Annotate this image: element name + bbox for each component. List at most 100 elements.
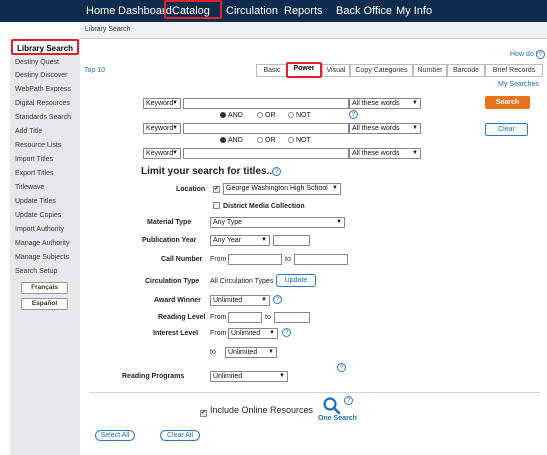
interest-level-from-select[interactable]: Unlimited ▼ <box>228 328 278 339</box>
sidebar-item-export-titles[interactable]: Export Titles <box>15 170 54 177</box>
clear-button[interactable]: Clear <box>485 123 528 136</box>
field-select-3[interactable]: Keyword ▼ <box>143 148 181 159</box>
publication-year-input[interactable] <box>273 235 310 246</box>
op-not-1[interactable]: NOT <box>288 112 311 119</box>
sidebar-item-destiny-discover[interactable]: Destiny Discover <box>15 72 68 79</box>
sidebar-item-manage-subjects[interactable]: Manage Subjects <box>15 254 69 261</box>
update-button[interactable]: Update <box>276 274 316 287</box>
sidebar-item-library-search[interactable]: Library Search <box>11 39 79 55</box>
my-searches-link[interactable]: My Searches <box>498 81 539 88</box>
main-content: Top 10 How do I.. ? My Searches Basic Po… <box>80 40 547 455</box>
material-type-select[interactable]: Any Type ▼ <box>210 217 345 228</box>
district-media-checkbox[interactable]: District Media Collection <box>213 202 305 210</box>
ops-help-icon[interactable]: ? <box>349 110 358 119</box>
top10-link[interactable]: Top 10 <box>84 67 105 74</box>
sidebar-item-update-titles[interactable]: Update Titles <box>15 198 56 205</box>
tab-power[interactable]: Power <box>286 62 322 78</box>
interest-help-icon[interactable]: ? <box>282 328 291 337</box>
search-button[interactable]: Search <box>485 96 530 109</box>
interest-level-to-label: to <box>210 349 216 356</box>
award-help-icon[interactable]: ? <box>273 295 282 304</box>
catalog-highlight <box>164 0 222 19</box>
nav-reports[interactable]: Reports <box>284 5 323 17</box>
query-input-2[interactable] <box>183 123 349 134</box>
query-input-1[interactable] <box>183 98 349 109</box>
field-select-1[interactable]: Keyword ▼ <box>143 98 181 109</box>
op-and-2[interactable]: AND <box>220 137 243 144</box>
reading-programs-help-icon[interactable]: ? <box>337 363 346 372</box>
select-all-button[interactable]: Select All <box>95 430 135 441</box>
match-select-3[interactable]: All these words ▼ <box>349 148 421 159</box>
publication-year-label: Publication Year <box>142 237 197 244</box>
interest-level-label: Interest Level <box>153 330 199 337</box>
sidebar-item-titlewave[interactable]: Titlewave <box>15 184 44 191</box>
op-or-2[interactable]: OR <box>257 137 276 144</box>
match-select-1[interactable]: All these words ▼ <box>349 98 421 109</box>
sidebar-item-manage-authority[interactable]: Manage Authority <box>15 240 69 247</box>
nav-my-info[interactable]: My Info <box>396 5 432 17</box>
reading-level-from-input[interactable] <box>228 312 262 323</box>
nav-home[interactable]: Home <box>86 5 115 17</box>
include-online-checkbox[interactable]: ✔ Include Online Resources <box>200 405 313 417</box>
location-label: Location <box>176 186 206 193</box>
magnifier-icon[interactable] <box>322 397 342 415</box>
call-number-label: Call Number <box>161 256 203 263</box>
reading-level-from-label: From <box>210 314 227 321</box>
reading-programs-label: Reading Programs <box>122 373 185 380</box>
tab-brief-records[interactable]: Brief Records <box>485 64 543 77</box>
top-navigation: Home Dashboard Catalog Circulation Repor… <box>0 0 547 22</box>
match-select-2[interactable]: All these words ▼ <box>349 123 421 134</box>
one-search-link[interactable]: One Search <box>318 415 357 422</box>
espanol-button[interactable]: Español <box>21 298 68 310</box>
tab-copy-categories[interactable]: Copy Categories <box>350 64 413 77</box>
breadcrumb: Library Search <box>80 22 547 39</box>
nav-circulation[interactable]: Circulation <box>226 5 278 17</box>
call-number-to-label: to <box>285 256 291 263</box>
sidebar-item-add-title[interactable]: Add Title <box>15 128 42 135</box>
call-number-from-input[interactable] <box>228 254 282 265</box>
sidebar: Library Search Destiny Quest Destiny Dis… <box>10 39 80 455</box>
tab-visual[interactable]: Visual <box>322 64 350 77</box>
sidebar-item-webpath-express[interactable]: WebPath Express <box>15 86 71 93</box>
sidebar-item-standards-search[interactable]: Standards Search <box>15 114 71 121</box>
location-select[interactable]: George Washington High School ▼ <box>223 183 341 195</box>
op-or-1[interactable]: OR <box>257 112 276 119</box>
circulation-type-value: All Circulation Types <box>210 278 274 285</box>
sidebar-item-update-copies[interactable]: Update Copies <box>15 212 61 219</box>
publication-year-select[interactable]: Any Year ▼ <box>210 235 270 246</box>
reading-programs-select[interactable]: Unlimited ▼ <box>210 371 288 382</box>
sidebar-item-resource-lists[interactable]: Resource Lists <box>15 142 61 149</box>
limit-heading: Limit your search for titles... <box>141 166 275 177</box>
clear-all-button[interactable]: Clear All <box>160 430 200 441</box>
breadcrumb-label: Library Search <box>85 26 131 33</box>
field-select-2[interactable]: Keyword ▼ <box>143 123 181 134</box>
interest-level-to-select[interactable]: Unlimited ▼ <box>225 347 277 358</box>
tab-barcode[interactable]: Barcode <box>447 64 485 77</box>
reading-level-to-label: to <box>265 314 271 321</box>
award-winner-select[interactable]: Unlimited ▼ <box>210 295 270 306</box>
nav-back-office[interactable]: Back Office <box>336 5 392 17</box>
call-number-from-label: From <box>210 256 227 263</box>
sidebar-item-import-titles[interactable]: Import Titles <box>15 156 53 163</box>
sidebar-item-search-setup[interactable]: Search Setup <box>15 268 57 275</box>
tab-basic[interactable]: Basic <box>256 64 288 77</box>
sidebar-item-destiny-quest[interactable]: Destiny Quest <box>15 59 59 66</box>
tab-number[interactable]: Number <box>413 64 447 77</box>
reading-level-to-input[interactable] <box>274 312 310 323</box>
material-type-label: Material Type <box>147 219 192 226</box>
reading-level-label: Reading Level <box>158 314 206 321</box>
award-winner-label: Award Winner <box>154 297 201 304</box>
one-search-help-icon[interactable]: ? <box>344 396 353 405</box>
call-number-to-input[interactable] <box>294 254 348 265</box>
query-input-3[interactable] <box>183 148 349 159</box>
interest-level-from-label: From <box>210 330 227 337</box>
francais-button[interactable]: Français <box>21 282 68 294</box>
sidebar-item-import-authority[interactable]: Import Authority <box>15 226 64 233</box>
location-checkbox[interactable]: ✔ <box>213 184 223 193</box>
sidebar-item-digital-resources[interactable]: Digital Resources <box>15 100 70 107</box>
op-and-1[interactable]: AND <box>220 112 243 119</box>
circulation-type-label: Circulation Type <box>145 278 200 285</box>
op-not-2[interactable]: NOT <box>288 137 311 144</box>
how-do-i-help-icon[interactable]: ? <box>536 50 545 59</box>
limit-help-icon[interactable]: ? <box>272 167 281 176</box>
